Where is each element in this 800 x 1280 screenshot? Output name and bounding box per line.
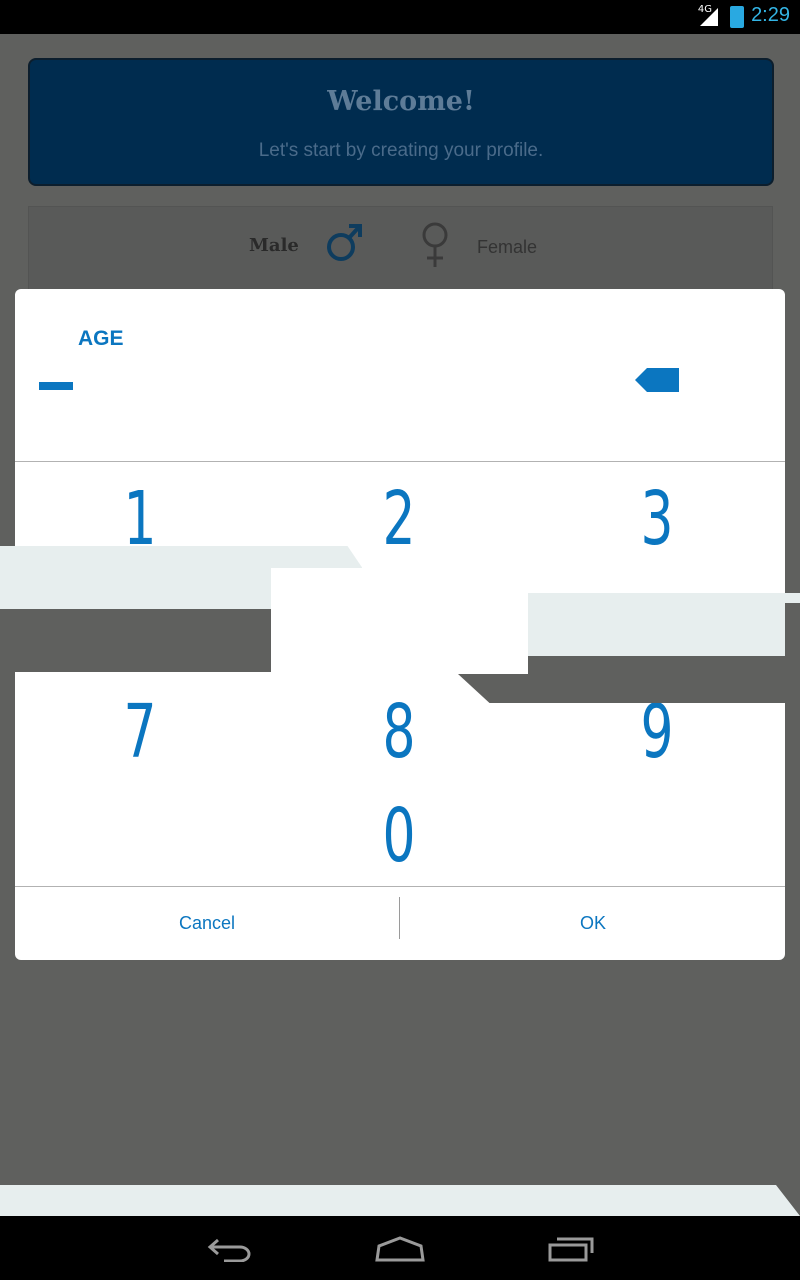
recent-apps-icon[interactable] bbox=[547, 1236, 595, 1262]
render-artifact bbox=[0, 1185, 800, 1216]
key-0[interactable]: 0 bbox=[299, 783, 499, 888]
clock: 2:29 bbox=[751, 4, 790, 26]
female-option-label[interactable]: Female bbox=[477, 237, 537, 258]
back-icon[interactable] bbox=[206, 1236, 254, 1262]
backspace-icon[interactable] bbox=[635, 367, 681, 393]
key-8[interactable]: 8 bbox=[299, 679, 499, 784]
welcome-title: Welcome! bbox=[327, 86, 475, 117]
key-3[interactable]: 3 bbox=[557, 466, 757, 571]
render-artifact bbox=[785, 603, 800, 703]
signal-icon bbox=[700, 8, 718, 26]
render-artifact bbox=[271, 568, 528, 674]
male-symbol-icon[interactable] bbox=[325, 221, 365, 263]
gender-selector: Male Female bbox=[28, 206, 773, 290]
divider bbox=[15, 461, 785, 462]
key-7[interactable]: 7 bbox=[40, 679, 240, 784]
render-artifact bbox=[0, 609, 271, 672]
male-option-label[interactable]: Male bbox=[249, 235, 299, 256]
navigation-bar bbox=[0, 1216, 800, 1280]
render-artifact bbox=[528, 656, 800, 703]
ok-button[interactable]: OK bbox=[401, 887, 785, 960]
age-input-cursor[interactable] bbox=[39, 382, 73, 390]
battery-icon bbox=[730, 6, 744, 28]
render-artifact bbox=[528, 568, 785, 593]
render-artifact bbox=[528, 593, 800, 656]
welcome-subtitle: Let's start by creating your profile. bbox=[258, 140, 544, 161]
status-bar: 4G 2:29 bbox=[0, 0, 800, 34]
welcome-banner: Welcome! Let's start by creating your pr… bbox=[28, 58, 774, 186]
cancel-button[interactable]: Cancel bbox=[15, 887, 399, 960]
button-divider bbox=[399, 897, 400, 939]
female-symbol-icon[interactable] bbox=[417, 221, 453, 269]
home-icon[interactable] bbox=[375, 1236, 425, 1262]
dialog-title: AGE bbox=[78, 327, 124, 350]
